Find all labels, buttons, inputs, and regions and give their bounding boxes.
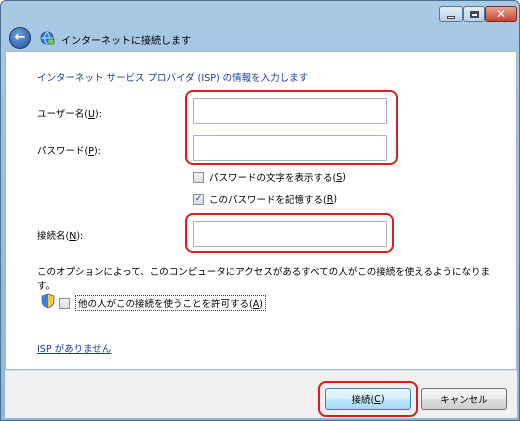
close-icon: ✕ xyxy=(495,7,507,21)
back-button[interactable]: ← xyxy=(9,27,31,49)
show-password-label-suffix: ) xyxy=(342,171,346,183)
connection-name-label: 接続名(N): xyxy=(37,228,83,242)
minimize-button[interactable] xyxy=(439,6,463,22)
password-input[interactable] xyxy=(193,135,387,161)
connection-name-label-prefix: 接続名( xyxy=(37,231,70,242)
uac-shield-icon xyxy=(41,293,55,309)
minimize-icon xyxy=(447,15,455,19)
remember-password-option[interactable]: ✓ このパスワードを記憶する(R) xyxy=(193,192,337,206)
password-label: パスワード(P): xyxy=(37,143,101,157)
allow-others-label-suffix: ) xyxy=(259,299,263,310)
connection-name-input[interactable] xyxy=(193,221,387,247)
connect-label-key: C xyxy=(374,393,381,405)
allow-others-label-prefix: 他の人がこの接続を使うことを許可する( xyxy=(78,299,253,310)
password-label-prefix: パスワード( xyxy=(37,146,89,157)
cancel-button[interactable]: キャンセル xyxy=(421,388,507,410)
checkmark-icon: ✓ xyxy=(194,193,203,204)
remember-password-checkbox[interactable]: ✓ xyxy=(193,193,204,205)
page-heading: インターネット サービス プロバイダ (ISP) の情報を入力します xyxy=(37,73,309,84)
share-description: このオプションによって、このコンピュータにアクセスがあるすべての人がこの接続を使… xyxy=(37,267,490,292)
close-button[interactable]: ✕ xyxy=(485,6,517,22)
content-panel: インターネット サービス プロバイダ (ISP) の情報を入力します ユーザー名… xyxy=(5,51,517,370)
remember-password-label-suffix: ) xyxy=(333,193,338,205)
allow-others-label: 他の人がこの接続を使うことを許可する(A) xyxy=(75,295,266,311)
username-label-suffix: ): xyxy=(95,109,102,120)
dialog-window: ✕ ← インターネットに接続します インターネット サービス プロバイダ (IS… xyxy=(0,0,520,421)
navigation-bar: ← インターネットに接続します xyxy=(5,25,517,51)
maximize-icon xyxy=(469,10,479,18)
connect-label-suffix: ) xyxy=(380,393,385,405)
connect-button[interactable]: 接続(C) xyxy=(325,388,411,410)
allow-others-option[interactable]: 他の人がこの接続を使うことを許可する(A) xyxy=(59,295,266,311)
show-password-label-prefix: パスワードの文字を表示する( xyxy=(209,173,337,184)
dialog-footer: 接続(C) キャンセル xyxy=(5,370,517,418)
remember-password-label-prefix: このパスワードを記憶する( xyxy=(209,195,327,206)
back-arrow-icon: ← xyxy=(14,30,26,45)
connect-label-prefix: 接続( xyxy=(351,395,375,406)
remember-password-label-key: R xyxy=(326,193,334,205)
window-title: インターネットに接続します xyxy=(61,36,191,47)
password-label-suffix: ): xyxy=(93,146,101,157)
allow-others-checkbox[interactable] xyxy=(59,297,70,309)
username-label: ユーザー名(U): xyxy=(37,106,102,120)
username-label-key: U xyxy=(88,109,95,120)
username-input[interactable] xyxy=(193,98,387,124)
network-connection-icon xyxy=(40,31,55,45)
show-password-checkbox[interactable] xyxy=(193,171,204,183)
no-isp-link[interactable]: ISP がありません xyxy=(37,341,111,355)
username-label-prefix: ユーザー名( xyxy=(37,109,89,120)
title-bar: ✕ xyxy=(1,1,519,25)
connection-name-label-suffix: ): xyxy=(76,231,84,242)
show-password-option[interactable]: パスワードの文字を表示する(S) xyxy=(193,170,346,184)
maximize-button[interactable] xyxy=(463,6,485,22)
